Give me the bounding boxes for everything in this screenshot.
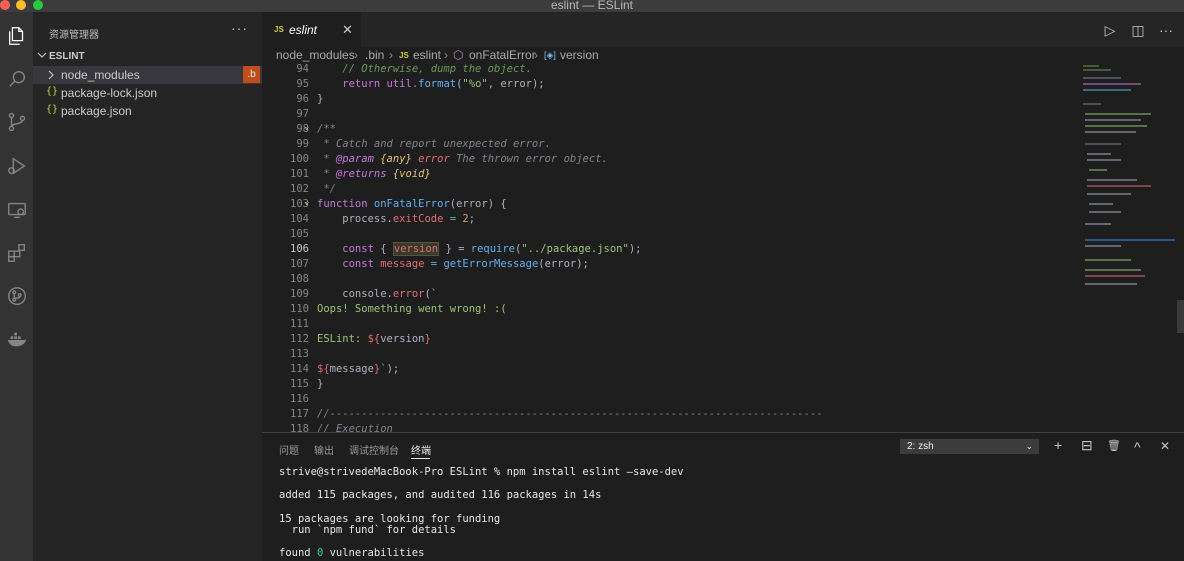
chevron-down-icon: ⌄ [1025, 441, 1033, 451]
maximize-panel-icon[interactable]: ^ [1134, 439, 1141, 455]
code-line: 106 const { version } = require("../pack… [290, 242, 642, 256]
explorer-icon[interactable] [0, 16, 33, 56]
code-line: 108 [290, 273, 309, 285]
code-line: 96} [296, 93, 324, 105]
editor-actions: ▷ ◫ ··· [1102, 22, 1174, 39]
json-file-icon: {} [46, 104, 59, 115]
docker-icon[interactable] [0, 320, 33, 360]
variable-symbol-icon: [◈] [544, 50, 556, 60]
chevron-down-icon [37, 52, 47, 58]
code-editor[interactable]: 94 // Otherwise, dump the object. 95 ret… [262, 62, 1077, 432]
code-line: 116 [290, 393, 309, 405]
code-line: 105 [290, 228, 309, 240]
split-editor-icon[interactable]: ◫ [1130, 22, 1146, 39]
chevron-right-icon [48, 70, 54, 80]
source-control-icon[interactable] [0, 102, 33, 142]
git-graph-icon[interactable] [0, 276, 33, 316]
sidebar-title: 资源管理器 [49, 30, 99, 41]
code-line: 104 process.exitCode = 2; [290, 213, 476, 225]
code-line: 107 const message = getErrorMessage(erro… [290, 258, 589, 270]
run-icon[interactable]: ▷ [1102, 22, 1118, 39]
breadcrumb-item[interactable]: version [560, 48, 599, 62]
json-file-icon: {} [46, 86, 59, 97]
code-line: 111 [290, 318, 309, 330]
search-icon[interactable] [0, 59, 33, 99]
code-line: 99 * Catch and report unexpected error. [296, 138, 551, 150]
status-badge: .b [243, 66, 260, 83]
chevron-right-icon: › [354, 48, 358, 62]
breadcrumb-item[interactable]: eslint [413, 48, 441, 62]
terminal-line: run `npm fund` for details [279, 524, 457, 536]
workspace-title: ESLINT [49, 51, 85, 62]
minimap-preview [1083, 65, 1175, 285]
tree-item-package-json[interactable]: {} package.json [33, 102, 262, 120]
breadcrumb-item[interactable]: .bin [365, 48, 384, 62]
tab-eslint[interactable]: JS eslint ✕ [262, 12, 361, 47]
tree-item-node-modules[interactable]: node_modules .b [33, 66, 262, 84]
code-line: 101 * @returns {void} [290, 168, 431, 180]
terminal-select-value: 2: zsh [907, 441, 934, 452]
function-symbol-icon: ⬡ [453, 48, 464, 62]
js-file-icon: JS [274, 25, 284, 34]
code-line: 110 Oops! Something went wrong! :( [290, 303, 507, 315]
explorer-sidebar: 资源管理器 ··· ESLINT node_modules .b {} pack… [33, 12, 262, 561]
active-tab-indicator [411, 458, 430, 459]
code-line: 113 [290, 348, 309, 360]
terminal-line: added 115 packages, and audited 116 pack… [279, 489, 602, 501]
more-actions-icon[interactable]: ··· [1158, 22, 1174, 39]
workspace-section-header[interactable]: ESLINT [33, 48, 262, 66]
js-file-icon: JS [399, 51, 409, 60]
tree-item-package-lock[interactable]: {} package-lock.json [33, 84, 262, 102]
terminal-line: found 0 vulnerabilities [279, 547, 425, 559]
tab-terminal[interactable]: 终端 [411, 442, 431, 457]
window-title: eslint — ESLint [550, 0, 634, 12]
code-line: 109 console.error(` [290, 288, 438, 300]
code-line: 102 */ [290, 183, 336, 195]
code-line: 100 * @param {any} error The thrown erro… [290, 153, 608, 165]
remote-explorer-icon[interactable] [0, 190, 33, 230]
chevron-right-icon: › [389, 48, 393, 62]
tab-problems[interactable]: 问题 [279, 442, 299, 457]
chevron-right-icon: › [534, 48, 538, 62]
code-line: 98 ⌄/** [296, 122, 336, 135]
tree-item-label: package.json [61, 104, 132, 118]
scrollbar-thumb[interactable] [1177, 300, 1184, 333]
code-line: 114 ${message}`); [290, 363, 400, 375]
editor-tab-bar: JS eslint ✕ ▷ ◫ ··· [262, 12, 1184, 47]
tab-output[interactable]: 输出 [314, 442, 334, 457]
title-bar: eslint — ESLint [0, 0, 1184, 12]
extensions-icon[interactable] [0, 233, 33, 273]
code-line: 94 // Otherwise, dump the object. [296, 63, 532, 75]
run-debug-icon[interactable] [0, 146, 33, 186]
tab-label: eslint [289, 23, 318, 37]
terminal-select[interactable]: 2: zsh ⌄ [900, 439, 1039, 454]
sidebar-header: 资源管理器 ··· [33, 12, 262, 48]
tree-item-label: node_modules [61, 68, 140, 82]
close-tab-icon[interactable]: ✕ [342, 22, 353, 38]
breadcrumb-item[interactable]: onFatalError [469, 48, 536, 62]
code-line: 117//-----------------------------------… [290, 408, 823, 420]
code-line: 112 ESLint: ${version} [290, 333, 431, 345]
activity-bar [0, 12, 33, 561]
tree-item-label: package-lock.json [61, 86, 158, 100]
close-panel-icon[interactable]: ✕ [1160, 439, 1170, 453]
fold-chevron-icon[interactable]: ⌄ [304, 122, 309, 132]
breadcrumb-item[interactable]: node_modules [276, 48, 355, 62]
minimap[interactable] [1077, 62, 1184, 432]
fold-chevron-icon[interactable]: ⌄ [304, 197, 309, 207]
code-line: 97 [296, 108, 309, 120]
bottom-panel: 问题 输出 调试控制台 终端 2: zsh ⌄ + ⊟ 🗑 ^ ✕ strive… [262, 432, 1184, 561]
code-line: 103 ⌄ function onFatalError(error) { [290, 197, 507, 210]
split-terminal-icon[interactable]: ⊟ [1081, 437, 1093, 454]
code-line: 118// Execution [290, 423, 393, 432]
code-line: 115} [290, 378, 324, 390]
tab-debug-console[interactable]: 调试控制台 [349, 442, 399, 457]
terminal-line: strive@strivedeMacBook-Pro ESLint % npm … [279, 466, 684, 478]
new-terminal-icon[interactable]: + [1054, 437, 1062, 453]
code-line: 95 return util.format("%o", error); [296, 78, 545, 90]
trash-icon[interactable]: 🗑 [1107, 439, 1121, 452]
chevron-right-icon: › [444, 48, 448, 62]
more-actions-icon[interactable]: ··· [231, 20, 248, 36]
